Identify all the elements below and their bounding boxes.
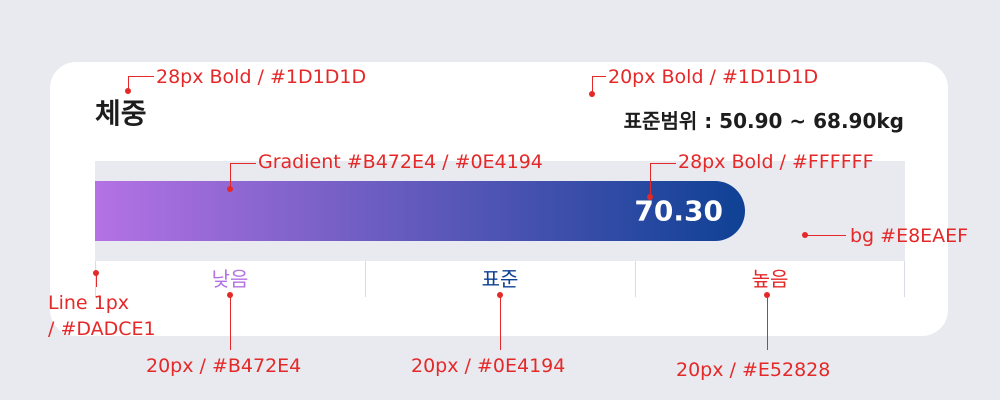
normal-range-text: 표준범위 : 50.90 ~ 68.90kg — [623, 109, 904, 133]
annotation-leader — [806, 235, 846, 236]
annotation-normal-spec: 20px / #0E4194 — [411, 355, 566, 377]
annotation-leader — [128, 76, 154, 77]
annotation-bg-spec: bg #E8EAEF — [850, 225, 969, 247]
annotation-leader — [592, 76, 593, 92]
annotation-leader — [230, 163, 256, 164]
annotation-low-spec: 20px / #B472E4 — [146, 355, 302, 377]
annotation-dot — [227, 186, 233, 192]
annotation-leader — [592, 76, 606, 77]
scale-label-normal: 표준 — [481, 267, 519, 291]
annotation-leader — [767, 295, 768, 350]
annotation-leader — [230, 295, 231, 350]
annotation-high-spec: 20px / #E52828 — [676, 359, 831, 381]
annotation-dot — [589, 91, 595, 97]
annotation-line-spec: Line 1px — [48, 292, 130, 314]
annotation-dot — [647, 194, 653, 200]
scale-label-low: 낮음 — [211, 267, 249, 291]
annotation-leader — [650, 163, 651, 197]
annotation-value-spec: 28px Bold / #FFFFFF — [678, 151, 874, 173]
scale-divider — [365, 261, 366, 297]
weight-title: 체중 — [95, 97, 147, 130]
annotation-leader — [96, 273, 97, 287]
annotation-line-spec-color: / #DADCE1 — [48, 318, 156, 340]
scale-label-high: 높음 — [751, 267, 789, 291]
scale-divider — [904, 261, 905, 297]
scale-divider — [635, 261, 636, 297]
annotation-gradient-spec: Gradient #B472E4 / #0E4194 — [258, 151, 543, 173]
annotation-leader — [500, 295, 501, 350]
annotation-range-spec: 20px Bold / #1D1D1D — [608, 66, 819, 88]
gauge-fill: 70.30 — [95, 181, 745, 241]
annotation-leader — [650, 163, 676, 164]
annotation-dot — [125, 88, 131, 94]
annotation-title-spec: 28px Bold / #1D1D1D — [156, 66, 367, 88]
